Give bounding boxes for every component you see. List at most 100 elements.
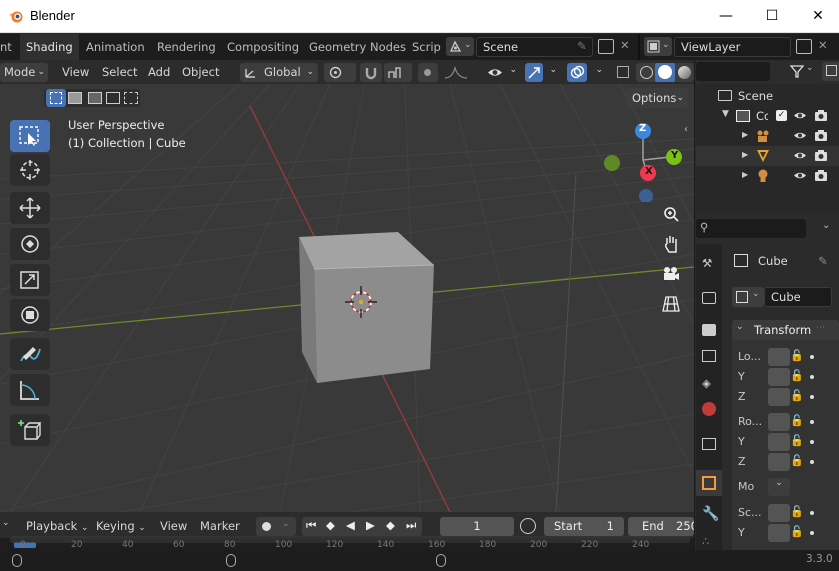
- next-keyframe-icon[interactable]: ◆: [386, 518, 395, 532]
- delete-scene-icon[interactable]: ✕: [620, 38, 630, 52]
- tool-tab-icon[interactable]: ⚒: [702, 256, 712, 270]
- view-layer-name-field[interactable]: ViewLayer: [674, 37, 791, 57]
- material-shading-icon[interactable]: [678, 66, 691, 79]
- select-subtract-icon[interactable]: [88, 92, 102, 104]
- scene-name-field[interactable]: Scene: [476, 37, 593, 57]
- start-frame-field[interactable]: Start 1: [544, 517, 624, 536]
- lock-icon[interactable]: 🔓: [790, 349, 804, 362]
- menu-keying[interactable]: Keying ⌄: [92, 517, 150, 536]
- menu-object[interactable]: Object: [178, 63, 223, 82]
- tab-animation[interactable]: Animation: [80, 34, 151, 60]
- new-collection-button[interactable]: [822, 62, 839, 81]
- value-field[interactable]: [768, 348, 790, 366]
- eye-icon[interactable]: [793, 110, 807, 121]
- play-icon[interactable]: ▶: [366, 518, 375, 532]
- value-field[interactable]: [768, 368, 790, 386]
- auto-keying-toggle[interactable]: ⌄: [256, 517, 296, 536]
- world-tab-icon[interactable]: [702, 402, 716, 416]
- close-button[interactable]: ✕: [798, 4, 838, 28]
- scale-tool[interactable]: [10, 264, 50, 296]
- select-box-tool[interactable]: [10, 120, 50, 152]
- outliner-search-input[interactable]: [696, 62, 770, 81]
- chevron-down-icon[interactable]: ⌄: [822, 220, 830, 231]
- render-camera-icon[interactable]: [814, 129, 828, 142]
- object-name-field[interactable]: Cube: [764, 287, 832, 307]
- filter-dropdown[interactable]: ⌄: [788, 62, 816, 81]
- view-layer-browse-button[interactable]: ⌄: [644, 37, 672, 56]
- value-field[interactable]: [768, 453, 790, 471]
- render-camera-icon[interactable]: [814, 109, 828, 122]
- cursor-tool[interactable]: [10, 154, 50, 186]
- render-camera-icon[interactable]: [814, 169, 828, 182]
- expand-arrow-icon[interactable]: ▶: [742, 150, 748, 159]
- keyframe-dot-icon[interactable]: [810, 420, 814, 424]
- pivot-point-dropdown[interactable]: [324, 63, 356, 82]
- outliner-row-collection[interactable]: ▼ Co ✓: [696, 106, 839, 126]
- menu-add[interactable]: Add: [144, 63, 174, 82]
- current-frame-field[interactable]: 1: [440, 517, 514, 536]
- value-field[interactable]: [768, 524, 790, 542]
- minimize-button[interactable]: —: [706, 4, 746, 28]
- mode-dropdown[interactable]: Mode ⌄: [0, 63, 48, 82]
- tab-layout[interactable]: nt: [0, 34, 18, 60]
- maximize-button[interactable]: ☐: [752, 4, 792, 28]
- play-reverse-icon[interactable]: ◀: [346, 518, 355, 532]
- modifier-tab-icon[interactable]: 🔧: [702, 506, 719, 522]
- properties-search-input[interactable]: ⚲: [696, 219, 806, 238]
- menu-marker[interactable]: Marker: [196, 517, 244, 536]
- scene-browse-button[interactable]: ⌄: [446, 37, 474, 56]
- delete-view-layer-icon[interactable]: ✕: [818, 38, 828, 52]
- gizmo-dropdown[interactable]: ⌄: [524, 63, 560, 82]
- view-layer-tab-icon[interactable]: [702, 350, 716, 362]
- transform-orientation-dropdown[interactable]: Global ⌄: [240, 63, 318, 82]
- collapse-sidebar-icon[interactable]: ‹: [684, 124, 688, 135]
- value-field[interactable]: [768, 388, 790, 406]
- pan-button[interactable]: [659, 232, 683, 256]
- jump-end-icon[interactable]: ⏭: [406, 518, 416, 533]
- output-tab-icon[interactable]: [702, 324, 716, 336]
- add-cube-tool[interactable]: [10, 414, 50, 446]
- object-tab-button[interactable]: [696, 470, 722, 496]
- expand-arrow-icon[interactable]: ▶: [742, 130, 748, 139]
- value-field[interactable]: [768, 504, 790, 522]
- select-invert-icon[interactable]: [106, 92, 120, 104]
- value-field[interactable]: [768, 433, 790, 451]
- overlays-dropdown[interactable]: ⌄: [566, 63, 606, 82]
- menu-playback[interactable]: Playback ⌄: [22, 517, 93, 536]
- prev-keyframe-icon[interactable]: ◆: [326, 518, 335, 532]
- toggle-perspective-button[interactable]: [659, 292, 683, 316]
- eye-icon[interactable]: [793, 170, 807, 181]
- measure-tool[interactable]: [10, 374, 50, 406]
- outliner-row-camera[interactable]: ▶: [696, 126, 839, 146]
- visibility-dropdown[interactable]: ⌄: [484, 63, 520, 82]
- camera-view-button[interactable]: [659, 262, 683, 286]
- menu-select[interactable]: Select: [98, 63, 141, 82]
- tab-compositing[interactable]: Compositing: [221, 34, 305, 60]
- stopwatch-icon[interactable]: [520, 518, 536, 534]
- keyframe-dot-icon[interactable]: [810, 511, 814, 515]
- 3d-viewport[interactable]: Options ⌄ User Perspective (1) Collection…: [0, 84, 694, 512]
- falloff-dropdown[interactable]: [442, 63, 472, 82]
- lock-icon[interactable]: 🔓: [790, 525, 804, 538]
- drag-handle-icon[interactable]: ⋯: [816, 323, 825, 333]
- move-tool[interactable]: [10, 192, 50, 224]
- lock-icon[interactable]: 🔓: [790, 414, 804, 427]
- annotate-tool[interactable]: [10, 338, 50, 370]
- select-intersect-icon[interactable]: [124, 92, 138, 104]
- end-frame-field[interactable]: End 250: [628, 517, 694, 536]
- scene-tab-icon[interactable]: ◈: [702, 376, 711, 390]
- outliner-row-cube[interactable]: ▶: [696, 146, 839, 166]
- value-field[interactable]: [768, 413, 790, 431]
- transform-panel-header[interactable]: ⌄ Transform ⋯: [732, 320, 839, 340]
- outliner-row-light[interactable]: ▶: [696, 166, 839, 186]
- particles-tab-icon[interactable]: ∴: [702, 534, 709, 548]
- lock-icon[interactable]: 🔓: [790, 505, 804, 518]
- zoom-button[interactable]: [659, 202, 683, 226]
- select-new-button[interactable]: [46, 89, 66, 107]
- eye-icon[interactable]: [793, 130, 807, 141]
- tab-shading[interactable]: Shading: [20, 34, 79, 60]
- keyframe-dot-icon[interactable]: [810, 531, 814, 535]
- keyframe-dot-icon[interactable]: [810, 375, 814, 379]
- keyframe-dot-icon[interactable]: [810, 395, 814, 399]
- render-tab-icon[interactable]: [702, 292, 716, 304]
